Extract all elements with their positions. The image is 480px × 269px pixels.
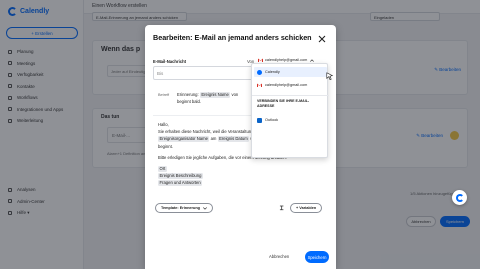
body-text-segment: am — [210, 136, 217, 142]
save-button[interactable]: Speichern — [305, 251, 329, 263]
dropdown-option-gmail[interactable]: calendlyhelp@gmail.com — [254, 80, 327, 90]
to-input[interactable]: Bis — [153, 66, 255, 80]
option-label: calendlyhelp@gmail.com — [265, 83, 308, 87]
variable-chip[interactable]: Ort — [158, 166, 167, 173]
dropdown-option-calendly[interactable]: Calendly — [254, 67, 327, 77]
variable-chip[interactable]: Ereignis Beschreibung — [158, 173, 203, 180]
calendly-icon — [257, 69, 262, 75]
help-chat-button[interactable] — [452, 190, 467, 205]
option-label: Calendly — [265, 70, 280, 74]
body-description-line: Ereignis Beschreibung — [158, 172, 325, 180]
chevron-down-icon — [203, 206, 207, 210]
chevron-up-icon — [310, 58, 315, 62]
add-variables-button[interactable]: + Variablen — [290, 203, 323, 213]
cancel-button[interactable]: Abbrechen — [269, 254, 289, 259]
variable-chip[interactable]: Ereignisorganisator Name — [158, 136, 210, 143]
template-select-button[interactable]: Template: Erinnerung — [155, 203, 213, 213]
modal-title: Bearbeiten: E-Mail an jemand anders schi… — [153, 33, 312, 42]
edit-email-modal: Bearbeiten: E-Mail an jemand anders schi… — [145, 25, 336, 269]
subject-prefix: Erinnerung: — [177, 92, 199, 97]
calendly-chat-icon — [455, 193, 464, 202]
dropdown-option-outlook[interactable]: Outlook — [254, 115, 327, 125]
close-icon — [318, 35, 326, 43]
variable-chip[interactable]: Ereignis Datum — [217, 136, 250, 143]
email-message-label: E-Mail-Nachricht — [153, 59, 187, 64]
option-label: Outlook — [265, 118, 279, 122]
body-text-segment: Sie erhalten diese Nachricht, weil die V… — [158, 129, 254, 135]
from-dropdown-menu: Calendly calendlyhelp@gmail.com VERBINDE… — [251, 63, 329, 158]
from-select-value: calendlyhelp@gmail.com — [265, 58, 308, 62]
outlook-icon — [257, 117, 262, 123]
body-qa-line: Fragen und Antworten — [158, 179, 325, 187]
body-location-line: Ort — [158, 165, 325, 173]
subject-label: Betreff — [158, 93, 170, 97]
template-label: Template: Erinnerung — [161, 206, 200, 210]
variable-chip[interactable]: Ereignis Name — [199, 92, 231, 98]
dropdown-section-heading: VERBINDEN SIE IHRE E-MAIL-ADRESSE — [257, 99, 310, 108]
pointer-cursor-icon — [326, 72, 334, 80]
dropdown-divider — [252, 95, 329, 96]
variable-chip[interactable]: Fragen und Antworten — [158, 180, 203, 187]
close-button[interactable] — [317, 31, 327, 43]
text-format-icon[interactable]: Ɪ — [280, 204, 287, 212]
subject-suffix: beginnt bald. — [177, 99, 201, 104]
gmail-icon — [257, 83, 262, 87]
gmail-icon — [258, 58, 263, 62]
subject-mid: von — [231, 92, 239, 97]
